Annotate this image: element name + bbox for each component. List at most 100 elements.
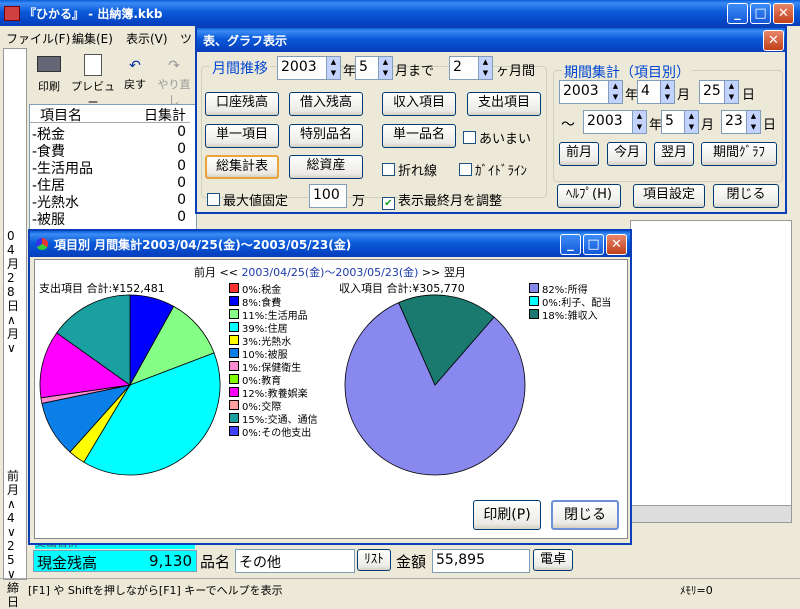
this-month-button[interactable]: 今月: [607, 142, 647, 166]
max-value: 100: [313, 187, 340, 203]
loan-balance-button[interactable]: 借入残高: [289, 92, 363, 116]
from-month-spinner[interactable]: 4 ▲ ▼: [637, 80, 675, 104]
item-name-field[interactable]: その他: [235, 549, 355, 573]
row-amount: 0: [177, 141, 186, 157]
spin-updown-icon[interactable]: ▲ ▼: [684, 111, 698, 133]
legend-entry: 39%:住居: [229, 322, 318, 335]
prev-month-button[interactable]: 前月: [559, 142, 599, 166]
item-list[interactable]: 項目名 日集計 -税金 0 -食費 0 -生活用品 0 -住居 0 -光熱水 0 -被服 0: [29, 104, 197, 230]
account-balance-button[interactable]: 口座残高: [205, 92, 279, 116]
print-tool[interactable]: 印刷: [32, 50, 66, 96]
expense-items-button[interactable]: 支出項目: [467, 92, 541, 116]
side-date-top[interactable]: 04月28日∧月∨: [7, 229, 21, 355]
undo-tool[interactable]: ↶ 戻す: [120, 50, 150, 96]
legend-label: 0%:その他支出: [242, 428, 312, 439]
table-row[interactable]: -税金 0: [30, 124, 190, 143]
next-month-button[interactable]: 翌月: [654, 142, 694, 166]
dialog-titlebar[interactable]: 表、グラフ表示 ✕: [197, 28, 785, 52]
table-row[interactable]: -被服 0: [30, 209, 190, 228]
max-fixed-label: 最大値固定: [223, 194, 289, 209]
single-product-button[interactable]: 単一品名: [382, 124, 456, 148]
from-day-spinner[interactable]: 25 ▲ ▼: [699, 80, 739, 104]
item-settings-button[interactable]: 項目設定: [633, 184, 705, 208]
legend-entry: 10%:被服: [229, 348, 318, 361]
legend-entry: 0%:税金: [229, 283, 318, 296]
legend-swatch: [229, 374, 239, 384]
chart-titlebar[interactable]: 項目別 月間集計2003/04/25(金)～2003/05/23(金) _ □ …: [30, 231, 630, 257]
adjust-last-checkbox[interactable]: ✔ 表示最終月を調整: [382, 190, 502, 210]
dialog-close-button[interactable]: ✕: [763, 30, 784, 51]
chart-window-title: 項目別 月間集計2003/04/25(金)～2003/05/23(金): [54, 237, 352, 252]
year-value: 2003: [281, 59, 317, 75]
minimize-button[interactable]: _: [727, 3, 748, 24]
spin-updown-icon[interactable]: ▲ ▼: [326, 57, 340, 79]
menu-file[interactable]: ファイル(F): [6, 30, 70, 47]
income-items-button[interactable]: 収入項目: [382, 92, 456, 116]
to-day-spinner[interactable]: 23 ▲ ▼: [721, 110, 761, 134]
main-titlebar[interactable]: 『ひかる』 - 出納簿.kkb _ □ ✕: [0, 0, 800, 26]
special-item-button[interactable]: 特別品名: [289, 124, 363, 148]
to-year-spinner[interactable]: 2003 ▲ ▼: [583, 110, 647, 134]
checkbox-icon: [207, 193, 220, 206]
ledger-scrollbar[interactable]: [630, 505, 792, 523]
chart-close-btn[interactable]: 閉じる: [551, 500, 619, 530]
max-value-field[interactable]: 100: [309, 184, 347, 208]
polyline-checkbox[interactable]: 折れ線: [382, 160, 437, 179]
chart-close-button[interactable]: ✕: [606, 234, 627, 255]
expense-pie: [39, 294, 221, 476]
from-year-spinner[interactable]: 2003 ▲ ▼: [559, 80, 623, 104]
spin-updown-icon[interactable]: ▲ ▼: [478, 57, 492, 79]
spin-updown-icon[interactable]: ▲ ▼: [724, 81, 738, 103]
guideline-checkbox[interactable]: ｶﾞｲﾄﾞﾗｲﾝ: [459, 160, 527, 179]
spin-updown-icon[interactable]: ▲ ▼: [660, 81, 674, 103]
row-amount: 0: [177, 209, 186, 225]
legend-entry: 0%:その他支出: [229, 426, 318, 439]
calculator-button[interactable]: 電卓: [533, 549, 573, 571]
chart-print-button[interactable]: 印刷(P): [473, 500, 541, 530]
chart-canvas: 前月 << 2003/04/25(金)～2003/05/23(金) >> 翌月 …: [34, 259, 628, 539]
menu-view[interactable]: 表示(V): [126, 30, 168, 47]
to-month-spinner[interactable]: 5 ▲ ▼: [661, 110, 699, 134]
adjust-last-label: 表示最終月を調整: [398, 194, 503, 209]
close-button[interactable]: ✕: [773, 3, 794, 24]
ledger-area: [630, 220, 792, 522]
legend-entry: 11%:生活用品: [229, 309, 318, 322]
spin-updown-icon[interactable]: ▲ ▼: [746, 111, 760, 133]
total-assets-button[interactable]: 総資産: [289, 155, 363, 179]
month-spinner[interactable]: 5 ▲ ▼: [355, 56, 393, 80]
table-row[interactable]: -生活用品 0: [30, 158, 190, 177]
fuzzy-checkbox[interactable]: あいまい: [463, 128, 531, 147]
dialog-close-btn[interactable]: 閉じる: [713, 184, 779, 208]
single-item-button[interactable]: 単一項目: [205, 124, 279, 148]
to-day: 23: [725, 113, 743, 129]
row-amount: 0: [177, 158, 186, 174]
menu-tools[interactable]: ツ: [180, 30, 192, 47]
legend-entry: 15%:交通、通信: [229, 413, 318, 426]
spin-updown-icon[interactable]: ▲ ▼: [378, 57, 392, 79]
chart-minimize-button[interactable]: _: [560, 234, 581, 255]
legend-label: 39%:住居: [242, 324, 288, 335]
table-row[interactable]: -住居 0: [30, 175, 190, 194]
months-unit: ヶ月間: [496, 64, 536, 79]
redo-tool[interactable]: ↷ やり直し: [154, 50, 194, 107]
amount-field[interactable]: 55,895: [432, 549, 530, 573]
legend-swatch: [229, 400, 239, 410]
legend-swatch: [229, 387, 239, 397]
table-row[interactable]: -食費 0: [30, 141, 190, 160]
chart-maximize-button[interactable]: □: [583, 234, 604, 255]
year-spinner[interactable]: 2003 ▲ ▼: [277, 56, 341, 80]
spin-updown-icon[interactable]: ▲ ▼: [608, 81, 622, 103]
total-summary-button[interactable]: 総集計表: [205, 155, 279, 179]
menu-edit[interactable]: 編集(E): [72, 30, 113, 47]
from-year: 2003: [563, 83, 599, 99]
help-button[interactable]: ﾍﾙﾌﾟ(H): [557, 184, 621, 208]
months-spinner[interactable]: 2 ▲ ▼: [449, 56, 493, 80]
list-header-name: 項目名: [40, 108, 82, 124]
max-fixed-checkbox[interactable]: 最大値固定: [207, 190, 288, 209]
preview-tool[interactable]: プレビュー: [68, 50, 118, 109]
maximize-button[interactable]: □: [750, 3, 771, 24]
table-row[interactable]: -光熱水 0: [30, 192, 190, 211]
spin-updown-icon[interactable]: ▲ ▼: [632, 111, 646, 133]
list-button[interactable]: ﾘｽﾄ: [357, 549, 391, 571]
period-graph-button[interactable]: 期間ｸﾞﾗﾌ: [701, 142, 777, 166]
